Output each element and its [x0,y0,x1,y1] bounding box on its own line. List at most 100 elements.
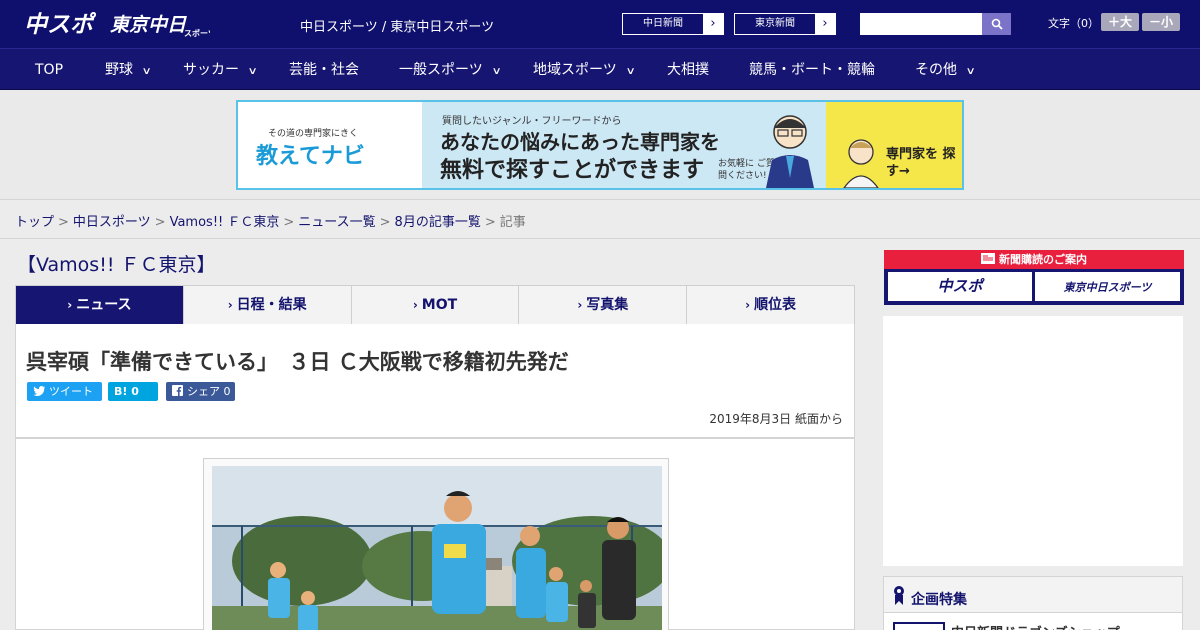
subscription-header[interactable]: 新聞購読のご案内 [884,250,1184,269]
breadcrumb-chunichi-sports[interactable]: 中日スポーツ [73,215,151,230]
breadcrumb-top[interactable]: トップ [15,215,54,230]
chuspo-logo[interactable]: 中スポ [24,8,100,38]
subscribe-chuspo-button[interactable]: 中スポ [888,272,1032,301]
chevron-right-icon: › [67,298,73,312]
nav-item-entertainment[interactable]: 芸能・社会 [289,49,359,91]
tab-photos[interactable]: › 写真集 [519,286,688,324]
nav-label: その他 [915,62,957,78]
tokyo-logo-text: 東京中日 [110,14,187,36]
banner-headline-2: 無料で探すことができます [440,158,705,183]
nav-item-soccer[interactable]: サッカー ∨ [183,49,258,91]
soccer-practice-photo [212,466,662,630]
search-button[interactable] [982,13,1011,35]
nav-label: 大相撲 [667,62,709,78]
font-bigger-button[interactable]: ＋大 [1101,13,1139,31]
tab-mot[interactable]: › MOT [352,286,520,324]
nav-item-top[interactable]: TOP [35,49,63,91]
search-input[interactable] [860,13,982,35]
feature-box: 企画特集 中日新聞ドラゴンズショップ [883,576,1183,630]
chevron-right-icon: › [745,298,751,312]
nav-label: TOP [35,62,64,78]
breadcrumb-separator: > [154,215,166,230]
tweet-button[interactable]: ツイート [27,382,102,401]
feature-title: 企画特集 [911,592,967,608]
breadcrumb-news-list[interactable]: ニュース一覧 [298,215,375,230]
tab-label: 順位表 [754,297,797,313]
nav-label: 競馬・ボート・競輪 [749,62,875,78]
banner-cta-area[interactable]: 専門家を 探す→ [826,102,962,188]
newspaper-icon [981,253,995,264]
banner-question: 質問したいジャンル・フリーワードから [442,116,622,127]
nav-item-regional-sports[interactable]: 地域スポーツ ∨ [533,49,636,91]
subscription-box: 新聞購読のご案内 中スポ 東京中日スポーツ [884,250,1184,305]
chuspo-logo-text: 中スポ [24,12,97,38]
facebook-label: シェア 0 [187,385,231,398]
tokyo-chunichi-logo[interactable]: 東京中日 スポーツ [110,10,210,38]
section-title[interactable]: 【Vamos!! ＦＣ東京】 [17,250,215,277]
tab-label: 日程・結果 [236,297,307,313]
twitter-icon [33,386,45,396]
subscribe-tokyo-chunichi-button[interactable]: 東京中日スポーツ [1035,272,1180,301]
ribbon-icon [894,586,904,605]
breadcrumb-separator: > [283,215,295,230]
chevron-right-icon: › [822,16,828,31]
article-photo[interactable] [212,466,662,630]
tokyo-shimbun-label: 東京新聞 [735,14,815,34]
nav-item-other[interactable]: その他 ∨ [915,49,976,91]
tab-standings[interactable]: › 順位表 [687,286,854,324]
feature-thumbnail[interactable] [893,622,945,630]
tab-label: ニュース [76,297,132,313]
nav-item-baseball[interactable]: 野球 ∨ [105,49,152,91]
chevron-down-icon: ∨ [141,66,152,77]
chevron-down-icon: ∨ [965,66,976,77]
breadcrumb-current: 記事 [499,215,526,230]
feature-header: 企画特集 [884,577,1182,613]
tokyo-shimbun-link[interactable]: 東京新聞 › [734,13,836,35]
main-nav: TOP 野球 ∨ サッカー ∨ 芸能・社会 一般スポーツ ∨ 地域スポーツ ∨ 大相撲 … [0,48,1200,90]
subscription-title: 新聞購読のご案内 [999,253,1087,266]
nav-item-general-sports[interactable]: 一般スポーツ ∨ [399,49,502,91]
search-icon [991,18,1003,30]
site-header: 中スポ 東京中日 スポーツ 中日スポーツ / 東京中日スポーツ 中日新聞 › 東… [0,0,1200,48]
banner-cta-text: 専門家を 探す→ [886,147,956,179]
feature-item-dragons-shop[interactable]: 中日新聞ドラゴンズショップ [951,622,1120,630]
hatena-label: B! 0 [114,385,139,398]
tokyo-logo-sub: スポーツ [184,28,210,38]
chevron-down-icon: ∨ [491,66,502,77]
hatena-bookmark-button[interactable]: B! 0 [108,382,158,401]
tab-label: MOT [421,297,458,313]
chunichi-shimbun-link[interactable]: 中日新聞 › [622,13,724,35]
section-tabs: › ニュース › 日程・結果 › MOT › 写真集 › 順位表 [15,285,855,332]
nav-label: サッカー [183,62,239,78]
tab-schedule-results[interactable]: › 日程・結果 [184,286,352,324]
facebook-icon [172,385,183,396]
person-icon [843,139,879,188]
nav-item-racing[interactable]: 競馬・ボート・競輪 [749,49,875,91]
breadcrumb-vamos[interactable]: Vamos!! ＦＣ東京 [170,215,280,230]
nav-label: 野球 [105,62,133,78]
oshiete-navi-banner[interactable]: その道の専門家にきく 教えてナビ 質問したいジャンル・フリーワードから あなたの… [236,100,964,190]
font-smaller-button[interactable]: －小 [1142,13,1180,31]
expert-illustration-icon [766,115,814,188]
photo-frame [203,458,669,630]
subscribe-tokyo-label: 東京中日スポーツ [1063,281,1152,294]
facebook-share-button[interactable]: シェア 0 [166,382,235,401]
tab-news[interactable]: › ニュース [16,286,184,332]
breadcrumb-separator: > [58,215,69,230]
divider [0,238,1200,239]
chevron-down-icon: ∨ [247,66,258,77]
chevron-right-icon: › [577,298,583,312]
breadcrumb: トップ > 中日スポーツ > Vamos!! ＦＣ東京 > ニュース一覧 >8月の記事一覧 > 記… [15,211,526,230]
site-title[interactable]: 中日スポーツ / 東京中日スポーツ [300,16,494,35]
breadcrumb-separator: > [484,215,496,230]
breadcrumb-august-list[interactable]: 8月の記事一覧 [395,215,481,230]
tweet-label: ツイート [49,385,93,398]
banner-logo-area: その道の専門家にきく 教えてナビ [238,102,422,188]
chevron-right-icon: › [710,16,716,31]
chevron-right-icon: › [412,298,418,312]
article-header: 呉宰碩「準備できている」 ３日 Ｃ大阪戦で移籍初先発だ ツイート B! 0 シェ… [15,324,855,438]
nav-label: 一般スポーツ [399,62,483,78]
banner-headline-1: あなたの悩みにあった専門家を [440,130,720,154]
nav-item-sumo[interactable]: 大相撲 [667,49,709,91]
article-date: 2019年8月3日 紙面から [709,412,843,426]
